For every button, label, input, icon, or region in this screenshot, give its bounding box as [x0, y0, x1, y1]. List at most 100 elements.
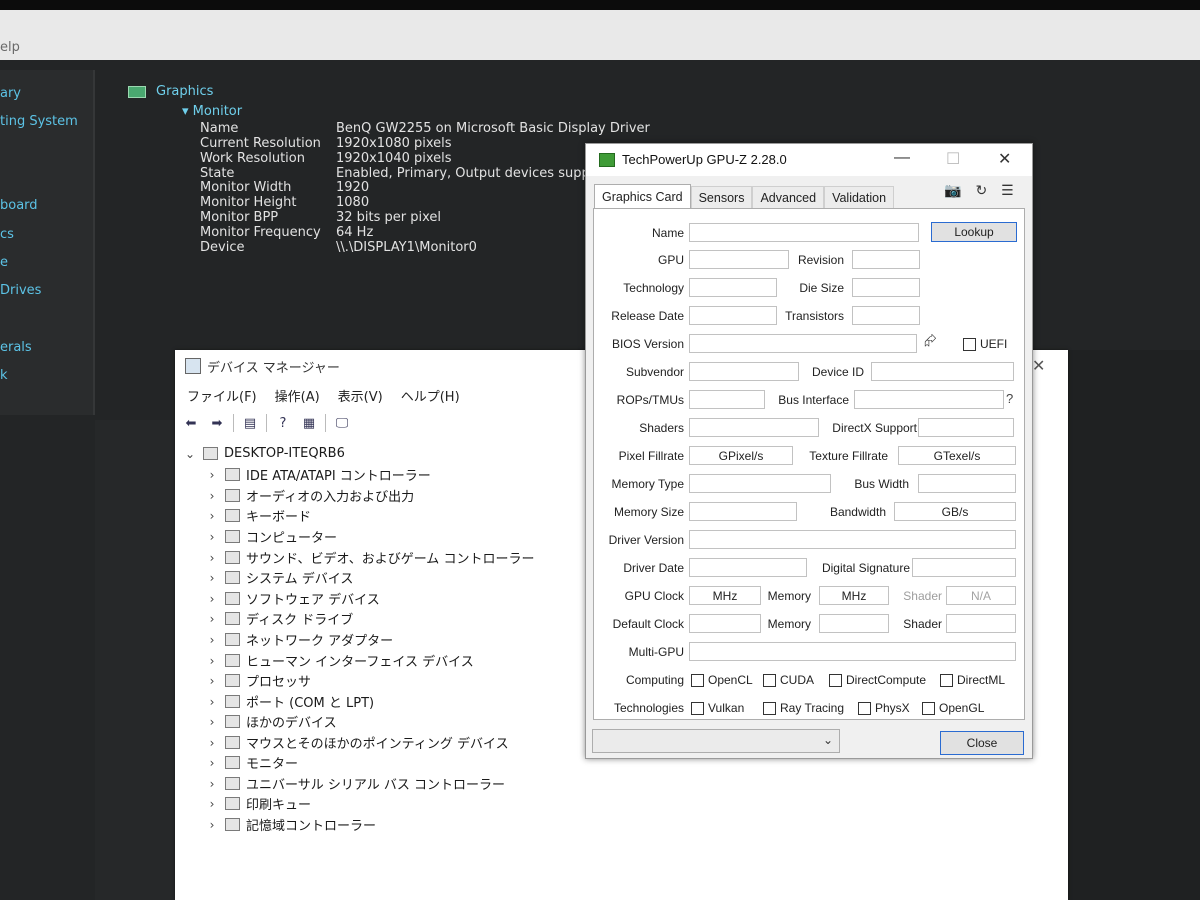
checkbox-box[interactable]: [829, 673, 842, 687]
sidebar-item-summary[interactable]: ary: [0, 86, 21, 101]
chevron-right-icon[interactable]: ›: [205, 612, 219, 626]
chevron-right-icon[interactable]: ›: [205, 468, 219, 482]
help-icon[interactable]: ?: [1006, 391, 1013, 406]
directcompute-checkbox[interactable]: DirectCompute: [829, 673, 926, 687]
tree-item[interactable]: › 印刷キュー: [205, 794, 311, 814]
refresh-icon[interactable]: ↻: [975, 182, 987, 199]
vulkan-checkbox[interactable]: Vulkan: [691, 701, 744, 715]
tab-graphics-card[interactable]: Graphics Card: [594, 184, 691, 208]
chevron-right-icon[interactable]: ›: [205, 736, 219, 750]
uefi-checkbox[interactable]: UEFI: [963, 337, 1007, 351]
menu-icon[interactable]: ☰: [1001, 182, 1014, 199]
chevron-right-icon[interactable]: ›: [205, 509, 219, 523]
chevron-right-icon[interactable]: ›: [205, 818, 219, 832]
forward-arrow-icon[interactable]: ➡: [207, 414, 227, 432]
sidebar-item-optical-drives[interactable]: Drives: [0, 283, 41, 298]
camera-icon[interactable]: 📷: [944, 182, 961, 199]
tree-item[interactable]: › キーボード: [205, 506, 311, 526]
prop-value: \\.\DISPLAY1\Monitor0: [336, 240, 477, 255]
uefi-label: UEFI: [980, 337, 1008, 351]
graphics-section[interactable]: Graphics: [128, 84, 213, 99]
close-icon[interactable]: ✕: [998, 149, 1011, 169]
field-digital-signature: [912, 558, 1016, 577]
menu-help[interactable]: elp: [0, 40, 20, 55]
tree-root[interactable]: ⌄ DESKTOP-ITEQRB6: [183, 446, 345, 461]
minimize-icon[interactable]: —: [894, 149, 910, 167]
properties-icon[interactable]: ▤: [240, 414, 260, 432]
chevron-down-icon[interactable]: ⌄: [823, 733, 833, 747]
cuda-checkbox[interactable]: CUDA: [763, 673, 814, 687]
gpu-select-dropdown[interactable]: ⌄: [592, 729, 840, 753]
close-icon[interactable]: ✕: [1032, 356, 1045, 375]
checkbox-box[interactable]: [763, 701, 776, 715]
sidebar-item-storage[interactable]: e: [0, 255, 8, 270]
chevron-right-icon[interactable]: ›: [205, 756, 219, 770]
monitor-icon[interactable]: 🖵: [332, 414, 352, 432]
checkbox-box[interactable]: [763, 673, 776, 687]
tree-item[interactable]: › サウンド、ビデオ、およびゲーム コントローラー: [205, 548, 535, 568]
checkbox-box[interactable]: [858, 701, 871, 715]
tree-item[interactable]: › ヒューマン インターフェイス デバイス: [205, 651, 474, 671]
checkbox-box[interactable]: [922, 701, 935, 715]
chevron-right-icon[interactable]: ›: [205, 654, 219, 668]
chevron-right-icon[interactable]: ›: [205, 715, 219, 729]
tree-item[interactable]: › IDE ATA/ATAPI コントローラー: [205, 465, 431, 485]
opencl-checkbox[interactable]: OpenCL: [691, 673, 753, 687]
chevron-right-icon[interactable]: ›: [205, 571, 219, 585]
physx-checkbox[interactable]: PhysX: [858, 701, 910, 715]
prop-label: Work Resolution: [200, 151, 305, 166]
tree-item[interactable]: › ネットワーク アダプター: [205, 630, 394, 650]
checkbox-box[interactable]: [963, 337, 976, 351]
close-button[interactable]: Close: [940, 731, 1024, 755]
chevron-right-icon[interactable]: ›: [205, 592, 219, 606]
tree-item[interactable]: › ディスク ドライブ: [205, 609, 354, 629]
tree-item[interactable]: › マウスとそのほかのポインティング デバイス: [205, 733, 509, 753]
share-icon[interactable]: ⮳: [924, 333, 937, 351]
tree-item[interactable]: › ほかのデバイス: [205, 712, 337, 732]
tree-item[interactable]: › 記憶域コントローラー: [205, 815, 376, 835]
chevron-right-icon[interactable]: ›: [205, 777, 219, 791]
opengl-checkbox[interactable]: OpenGL: [922, 701, 984, 715]
monitor-subsection[interactable]: ▾ Monitor: [182, 104, 242, 119]
tree-item[interactable]: › ソフトウェア デバイス: [205, 589, 380, 609]
tree-item[interactable]: › ポート (COM と LPT): [205, 692, 375, 712]
tab-advanced[interactable]: Advanced: [752, 186, 825, 208]
help-icon[interactable]: ?: [273, 414, 293, 432]
menu-file[interactable]: ファイル(F): [187, 386, 257, 405]
menu-view[interactable]: 表示(V): [338, 386, 383, 405]
tree-item[interactable]: › システム デバイス: [205, 568, 354, 588]
tree-item[interactable]: › プロセッサ: [205, 671, 311, 691]
sidebar-item-peripherals[interactable]: erals: [0, 340, 32, 355]
checkbox-box[interactable]: [691, 673, 704, 687]
menu-help[interactable]: ヘルプ(H): [401, 386, 460, 405]
chevron-right-icon[interactable]: ›: [205, 551, 219, 565]
directml-checkbox[interactable]: DirectML: [940, 673, 1005, 687]
field-bandwidth: GB/s: [894, 502, 1016, 521]
menu-action[interactable]: 操作(A): [275, 386, 320, 405]
sidebar-item-network[interactable]: k: [0, 368, 8, 383]
sidebar-item-graphics[interactable]: cs: [0, 227, 14, 242]
lookup-button[interactable]: Lookup: [931, 222, 1017, 242]
tab-validation[interactable]: Validation: [824, 186, 895, 208]
chevron-right-icon[interactable]: ›: [205, 674, 219, 688]
tree-item[interactable]: › ユニバーサル シリアル バス コントローラー: [205, 774, 505, 794]
tree-item[interactable]: › モニター: [205, 753, 298, 773]
chevron-right-icon[interactable]: ›: [205, 695, 219, 709]
checkbox-box[interactable]: [940, 673, 953, 687]
tree-item[interactable]: › コンピューター: [205, 527, 337, 547]
chevron-right-icon[interactable]: ›: [205, 489, 219, 503]
ray-tracing-checkbox[interactable]: Ray Tracing: [763, 701, 844, 715]
sidebar-item-operating-system[interactable]: ting System: [0, 114, 78, 129]
chevron-right-icon[interactable]: ›: [205, 633, 219, 647]
tree-item[interactable]: › オーディオの入力および出力: [205, 486, 415, 506]
maximize-icon[interactable]: ☐: [946, 149, 960, 169]
back-arrow-icon[interactable]: ⬅: [181, 414, 201, 432]
view-icon[interactable]: ▦: [299, 414, 319, 432]
chevron-right-icon[interactable]: ›: [205, 530, 219, 544]
tab-sensors[interactable]: Sensors: [690, 186, 753, 208]
chevron-right-icon[interactable]: ›: [205, 797, 219, 811]
checkbox-box[interactable]: [691, 701, 704, 715]
field-memory-clock: MHz: [819, 586, 889, 605]
chevron-down-icon[interactable]: ⌄: [183, 447, 197, 461]
sidebar-item-motherboard[interactable]: board: [0, 198, 38, 213]
